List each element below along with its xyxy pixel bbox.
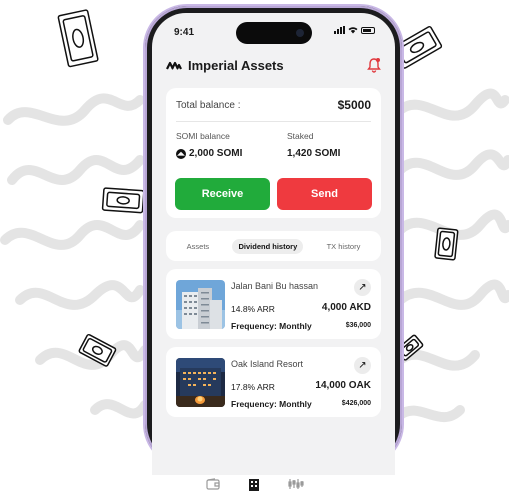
- asset-usd-value: $426,000: [341, 400, 371, 407]
- balance-card: Total balance : $5000 SOMI balance ◢◣ 2,…: [166, 88, 381, 218]
- bottom-nav: [0, 471, 509, 497]
- asset-image: [176, 280, 225, 329]
- building-icon[interactable]: [248, 477, 260, 491]
- status-icons: [334, 26, 375, 34]
- signal-icon: [334, 26, 345, 34]
- divider: [176, 121, 371, 122]
- chart-icon[interactable]: [287, 478, 304, 490]
- staked-balance: Staked 1,420 SOMI: [287, 131, 340, 159]
- notification-bell-icon[interactable]: [367, 57, 381, 73]
- open-asset-button[interactable]: ↗: [354, 357, 371, 374]
- asset-image: [176, 358, 225, 407]
- phone-screen: 9:41 Imperial Assets Total balance : $50…: [152, 13, 395, 475]
- asset-name: Jalan Bani Bu hassan: [231, 281, 319, 291]
- staked-value: 1,420 SOMI: [287, 148, 341, 159]
- app-title: Imperial Assets: [188, 57, 284, 73]
- total-balance-label: Total balance :: [176, 99, 241, 111]
- asset-arr: 17.8% ARR: [231, 382, 275, 392]
- somi-balance-label: SOMI balance: [176, 131, 230, 141]
- tab-tx-history[interactable]: TX history: [321, 239, 367, 254]
- status-time: 9:41: [174, 27, 195, 38]
- asset-frequency: Frequency: Monthly: [231, 399, 312, 409]
- somi-balance: SOMI balance ◢◣ 2,000 SOMI: [176, 131, 242, 159]
- dynamic-island: [236, 22, 312, 44]
- staked-label: Staked: [287, 131, 314, 141]
- battery-icon: [361, 26, 375, 34]
- somi-balance-value-row: ◢◣ 2,000 SOMI: [176, 148, 242, 159]
- total-balance-value: $5000: [337, 98, 371, 112]
- asset-name: Oak Island Resort: [231, 359, 304, 369]
- asset-amount: 4,000 AKD: [321, 302, 371, 313]
- tab-assets[interactable]: Assets: [181, 239, 216, 254]
- somi-token-icon: ◢◣: [176, 148, 186, 159]
- tab-dividend-history[interactable]: Dividend history: [232, 238, 304, 254]
- asset-frequency: Frequency: Monthly: [231, 321, 312, 331]
- logo-icon: [166, 61, 182, 70]
- somi-balance-value: 2,000 SOMI: [189, 148, 243, 159]
- wifi-icon: [348, 27, 358, 34]
- camera-icon: [296, 29, 304, 37]
- asset-arr: 14.8% ARR: [231, 304, 275, 314]
- asset-card[interactable]: Oak Island Resort ↗ 17.8% ARR 14,000 OAK…: [166, 347, 381, 417]
- send-button[interactable]: Send: [277, 178, 372, 210]
- arrow-up-right-icon: ↗: [358, 282, 367, 293]
- asset-card[interactable]: Jalan Bani Bu hassan ↗ 14.8% ARR 4,000 A…: [166, 269, 381, 339]
- total-balance-row: Total balance : $5000: [176, 98, 371, 112]
- asset-amount: 14,000 OAK: [315, 380, 371, 391]
- history-tabs: Assets Dividend history TX history: [166, 231, 381, 261]
- arrow-up-right-icon: ↗: [358, 360, 367, 371]
- open-asset-button[interactable]: ↗: [354, 279, 371, 296]
- receive-button[interactable]: Receive: [175, 178, 270, 210]
- app-header: Imperial Assets: [166, 54, 381, 76]
- asset-usd-value: $36,000: [345, 322, 371, 329]
- wallet-icon[interactable]: [205, 478, 220, 490]
